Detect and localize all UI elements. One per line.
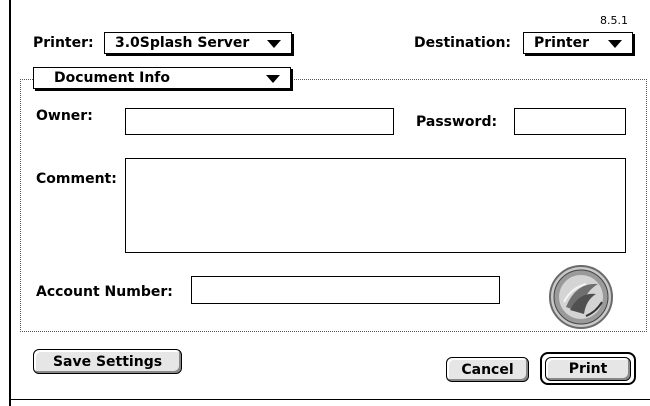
destination-popup[interactable]: Printer bbox=[523, 32, 633, 54]
window-left-edge bbox=[9, 0, 11, 406]
comment-field[interactable] bbox=[125, 158, 626, 253]
printer-label: Printer: bbox=[33, 35, 94, 51]
comment-label: Comment: bbox=[36, 171, 117, 187]
cancel-button[interactable]: Cancel bbox=[446, 357, 529, 382]
destination-label: Destination: bbox=[414, 35, 512, 51]
owner-label: Owner: bbox=[36, 108, 93, 124]
chevron-down-icon bbox=[267, 40, 281, 48]
save-settings-button[interactable]: Save Settings bbox=[33, 349, 182, 374]
print-button[interactable]: Print bbox=[545, 357, 631, 381]
account-number-label: Account Number: bbox=[36, 284, 173, 300]
printer-popup[interactable]: 3.0Splash Server bbox=[104, 32, 292, 54]
chevron-down-icon bbox=[608, 40, 622, 48]
panel-popup-value: Document Info bbox=[54, 70, 171, 86]
version-label: 8.5.1 bbox=[600, 14, 628, 27]
password-label: Password: bbox=[416, 114, 498, 130]
splash-logo-icon bbox=[546, 262, 616, 332]
window-bottom-edge bbox=[9, 399, 650, 400]
account-number-field[interactable] bbox=[191, 276, 500, 304]
owner-field[interactable] bbox=[125, 108, 394, 135]
panel-popup[interactable]: Document Info bbox=[33, 67, 291, 89]
printer-popup-value: 3.0Splash Server bbox=[115, 35, 250, 51]
password-field[interactable] bbox=[514, 108, 626, 135]
destination-popup-value: Printer bbox=[534, 35, 590, 51]
chevron-down-icon bbox=[266, 75, 280, 83]
